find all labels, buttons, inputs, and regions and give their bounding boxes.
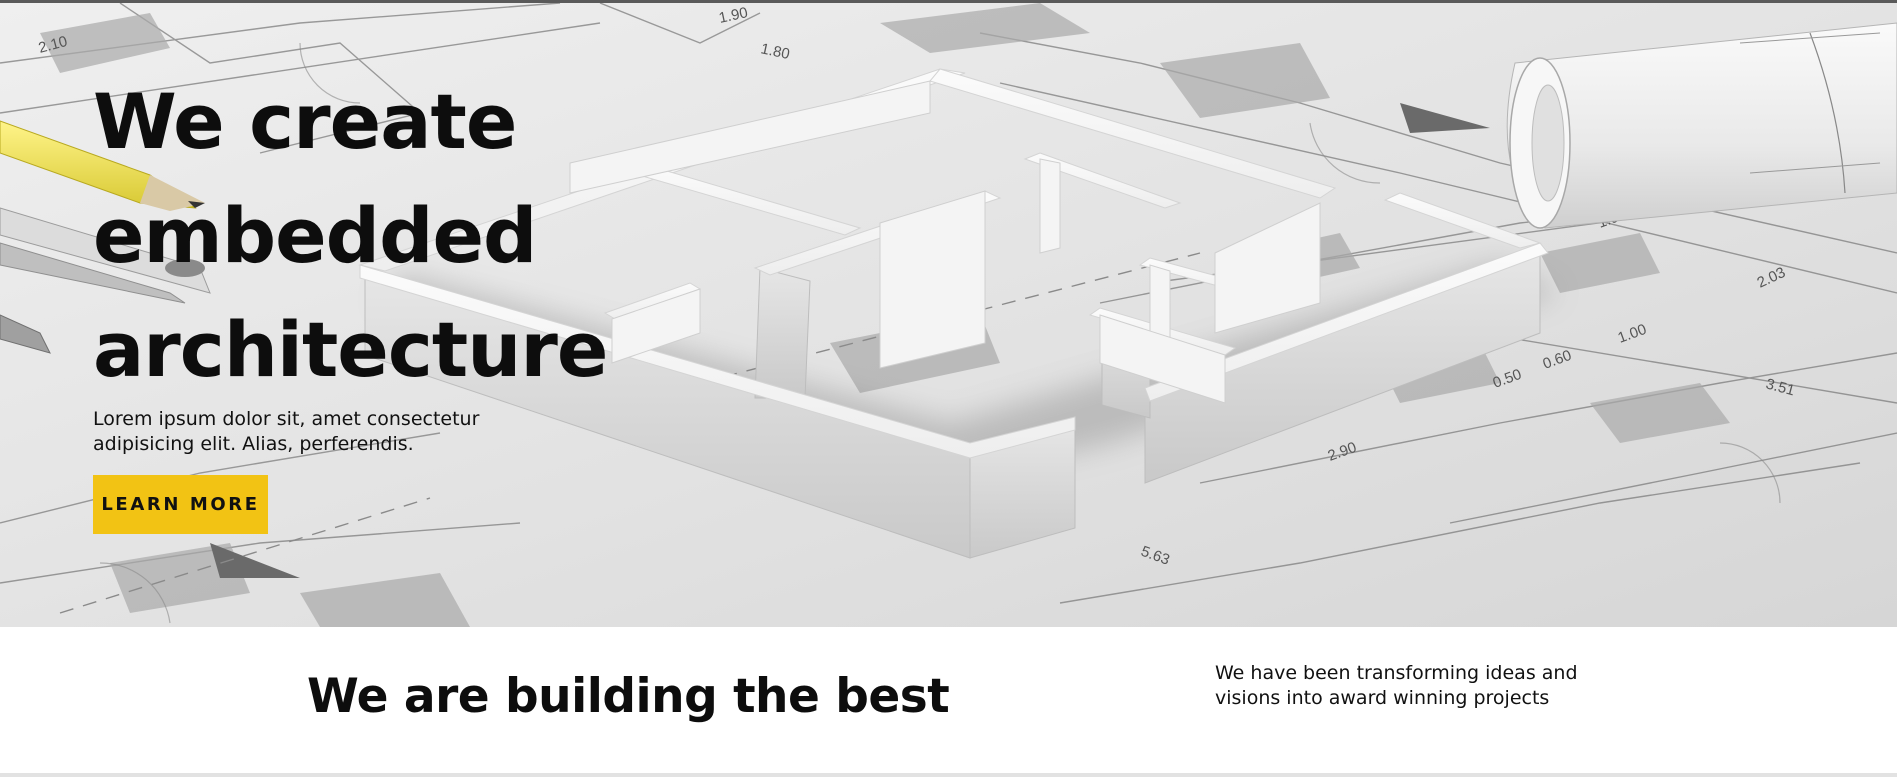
intro-title: We are building the best bbox=[307, 669, 950, 724]
hero-title-line: We create bbox=[93, 77, 517, 166]
bottom-divider bbox=[0, 773, 1897, 777]
hero-title-line: architecture bbox=[93, 305, 608, 394]
hero-title-line: embedded bbox=[93, 191, 537, 280]
intro-text: We have been transforming ideas and visi… bbox=[1215, 662, 1578, 709]
hero-title: We create embedded architecture bbox=[93, 65, 713, 407]
learn-more-button[interactable]: LEARN MORE bbox=[93, 475, 268, 534]
hero-subtitle: Lorem ipsum dolor sit, amet consectetur … bbox=[93, 408, 480, 455]
hero-section: 2.10 1.90 1.80 1.96 2.03 1.00 0.60 0.50 … bbox=[0, 3, 1897, 627]
intro-section: We are building the best We have been tr… bbox=[0, 627, 1897, 773]
